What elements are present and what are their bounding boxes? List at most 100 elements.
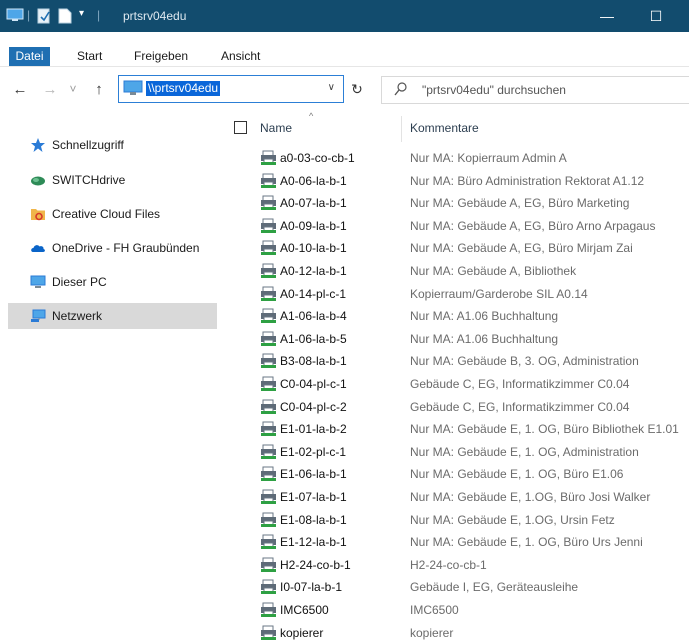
table-row[interactable]: I0-07-la-b-1 Gebäude I, EG, Geräteausleih…	[225, 576, 689, 598]
up-button[interactable]: ↑	[90, 77, 108, 101]
back-button[interactable]: ←	[11, 77, 29, 101]
printer-name: A1-06-la-b-5	[280, 331, 347, 346]
printer-icon	[260, 353, 277, 369]
separator-icon: |	[97, 8, 101, 22]
table-row[interactable]: kopierer kopierer	[225, 622, 689, 644]
title-bar: | ▾ | prtsrv04edu — ☐	[0, 0, 689, 32]
printer-icon	[260, 421, 277, 437]
printer-name: E1-01-la-b-2	[280, 422, 347, 437]
printer-name: C0-04-pl-c-1	[280, 377, 347, 391]
search-icon	[394, 81, 408, 100]
table-row[interactable]: A0-09-la-b-1 Nur MA: Gebäude A, EG, Büro …	[225, 215, 689, 237]
printer-comment: Nur MA: Kopierraum Admin A	[410, 151, 567, 165]
printer-name: E1-12-la-b-1	[280, 535, 347, 550]
customize-quick-access-chevron-down-icon[interactable]: ▾	[79, 8, 84, 19]
sidebar-item-dieser-pc[interactable]: Dieser PC	[8, 269, 217, 295]
printer-icon	[260, 308, 277, 324]
table-row[interactable]: A0-14-pl-c-1 Kopierraum/Garderobe SIL A0.…	[225, 283, 689, 305]
table-row[interactable]: H2-24-co-b-1 H2-24-co-cb-1	[225, 554, 689, 576]
printer-comment: Nur MA: Gebäude E, 1. OG, Büro E1.06	[410, 467, 624, 482]
properties-icon[interactable]	[37, 8, 51, 24]
printer-comment: Nur MA: Gebäude A, EG, Büro Mirjam Zai	[410, 241, 633, 256]
select-all-checkbox[interactable]	[234, 121, 247, 134]
address-row: ← → ˅ ↑ \\prtsrv04edu ∨ ↻ "prtsrv04edu" …	[0, 67, 689, 111]
sort-ascending-icon: ^	[309, 111, 314, 121]
sidebar-item-netzwerk[interactable]: Netzwerk	[8, 303, 217, 329]
printer-comment: Gebäude C, EG, Informatikzimmer C0.04	[410, 399, 630, 414]
column-divider[interactable]	[401, 116, 402, 142]
printer-comment: Gebäude I, EG, Geräteausleihe	[410, 580, 579, 595]
new-folder-icon[interactable]	[58, 8, 72, 24]
address-bar[interactable]: \\prtsrv04edu ∨	[118, 75, 344, 103]
printer-name: I0-07-la-b-1	[280, 580, 343, 595]
printer-comment: Nur MA: Gebäude A, EG, Büro Marketing	[410, 196, 630, 211]
search-input[interactable]: "prtsrv04edu" durchsuchen	[422, 83, 566, 97]
table-row[interactable]: E1-07-la-b-1 Nur MA: Gebäude E, 1.OG, Bür…	[225, 486, 689, 508]
printer-name: A0-12-la-b-1	[280, 264, 347, 278]
forward-button[interactable]: →	[41, 77, 59, 101]
network-icon	[30, 308, 46, 324]
computer-icon	[30, 274, 46, 290]
printer-name: H2-24-co-b-1	[280, 557, 351, 572]
printer-icon	[260, 286, 277, 302]
network-location-icon	[123, 80, 143, 99]
sidebar-item-label: Creative Cloud Files	[52, 207, 161, 221]
column-header-name[interactable]: Name	[260, 121, 292, 135]
window-icon[interactable]	[6, 8, 24, 22]
table-row[interactable]: C0-04-pl-c-2 Gebäude C, EG, Informatikzim…	[225, 396, 689, 418]
printer-name: A0-14-pl-c-1	[280, 286, 347, 301]
printer-name: E1-07-la-b-1	[280, 490, 347, 504]
printer-icon	[260, 240, 277, 256]
address-input[interactable]: \\prtsrv04edu	[146, 81, 221, 96]
tab-start[interactable]: Start	[77, 47, 102, 66]
sidebar-item-onedrive[interactable]: OneDrive - FH Graubünden	[8, 235, 217, 261]
minimize-button[interactable]: —	[584, 0, 630, 32]
sidebar-item-label: Dieser PC	[52, 275, 107, 289]
table-row[interactable]: E1-08-la-b-1 Nur MA: Gebäude E, 1.OG, Urs…	[225, 509, 689, 531]
table-row[interactable]: E1-02-pl-c-1 Nur MA: Gebäude E, 1. OG, Ad…	[225, 441, 689, 463]
printer-comment: Nur MA: A1.06 Buchhaltung	[410, 309, 559, 324]
sidebar-item-label: Netzwerk	[52, 309, 103, 323]
table-row[interactable]: A1-06-la-b-5 Nur MA: A1.06 Buchhaltung	[225, 328, 689, 350]
sidebar-item-creative-cloud-files[interactable]: Creative Cloud Files	[8, 201, 217, 227]
table-row[interactable]: A1-06-la-b-4 Nur MA: A1.06 Buchhaltung	[225, 305, 689, 327]
table-row[interactable]: IMC6500 IMC6500	[225, 599, 689, 621]
printer-comment: Nur MA: Gebäude E, 1.OG, Ursin Fetz	[410, 512, 615, 527]
table-row[interactable]: E1-01-la-b-2 Nur MA: Gebäude E, 1. OG, Bü…	[225, 418, 689, 440]
window-title: prtsrv04edu	[123, 9, 187, 23]
printer-name: E1-02-pl-c-1	[280, 444, 347, 459]
refresh-button[interactable]: ↻	[344, 76, 370, 102]
tab-datei[interactable]: Datei	[9, 47, 50, 66]
table-row[interactable]: A0-12-la-b-1 Nur MA: Gebäude A, Bibliothe…	[225, 260, 689, 282]
sidebar-item-schnellzugriff[interactable]: Schnellzugriff	[8, 132, 217, 158]
table-row[interactable]: A0-10-la-b-1 Nur MA: Gebäude A, EG, Büro …	[225, 237, 689, 259]
table-row[interactable]: A0-07-la-b-1 Nur MA: Gebäude A, EG, Büro …	[225, 192, 689, 214]
column-header-row: Name ^ Kommentare	[225, 111, 689, 144]
printer-icon	[260, 376, 277, 392]
printer-comment: Nur MA: Gebäude A, Bibliothek	[410, 264, 577, 278]
sidebar-item-switchdrive[interactable]: SWITCHdrive	[8, 167, 217, 193]
printer-name: E1-08-la-b-1	[280, 512, 347, 527]
printer-icon	[260, 263, 277, 279]
maximize-button[interactable]: ☐	[633, 0, 679, 32]
table-row[interactable]: E1-12-la-b-1 Nur MA: Gebäude E, 1. OG, Bü…	[225, 531, 689, 553]
printer-name: C0-04-pl-c-2	[280, 399, 347, 414]
search-box[interactable]: "prtsrv04edu" durchsuchen	[381, 76, 689, 104]
printer-comment: Nur MA: Gebäude A, EG, Büro Arno Arpagau…	[410, 218, 656, 233]
table-row[interactable]: C0-04-pl-c-1 Gebäude C, EG, Informatikzim…	[225, 373, 689, 395]
printer-comment: Nur MA: Gebäude B, 3. OG, Administration	[410, 354, 639, 369]
tab-freigeben[interactable]: Freigeben	[134, 47, 188, 66]
table-row[interactable]: E1-06-la-b-1 Nur MA: Gebäude E, 1. OG, Bü…	[225, 463, 689, 485]
printer-comment: IMC6500	[410, 603, 459, 617]
tab-ansicht[interactable]: Ansicht	[221, 47, 260, 66]
table-row[interactable]: a0-03-co-cb-1 Nur MA: Kopierraum Admin A	[225, 147, 689, 169]
printer-comment: Kopierraum/Garderobe SIL A0.14	[410, 286, 588, 301]
table-row[interactable]: B3-08-la-b-1 Nur MA: Gebäude B, 3. OG, Ad…	[225, 350, 689, 372]
table-row[interactable]: A0-06-la-b-1 Nur MA: Büro Administration …	[225, 170, 689, 192]
address-dropdown-chevron-down-icon[interactable]: ∨	[328, 82, 335, 93]
navigation-pane: Schnellzugriff SWITCHdrive Creative Clou…	[0, 112, 225, 641]
column-header-comment[interactable]: Kommentare	[410, 121, 479, 135]
recent-locations-button[interactable]: ˅	[64, 77, 82, 101]
printer-name: A0-06-la-b-1	[280, 173, 347, 188]
printer-icon	[260, 512, 277, 528]
